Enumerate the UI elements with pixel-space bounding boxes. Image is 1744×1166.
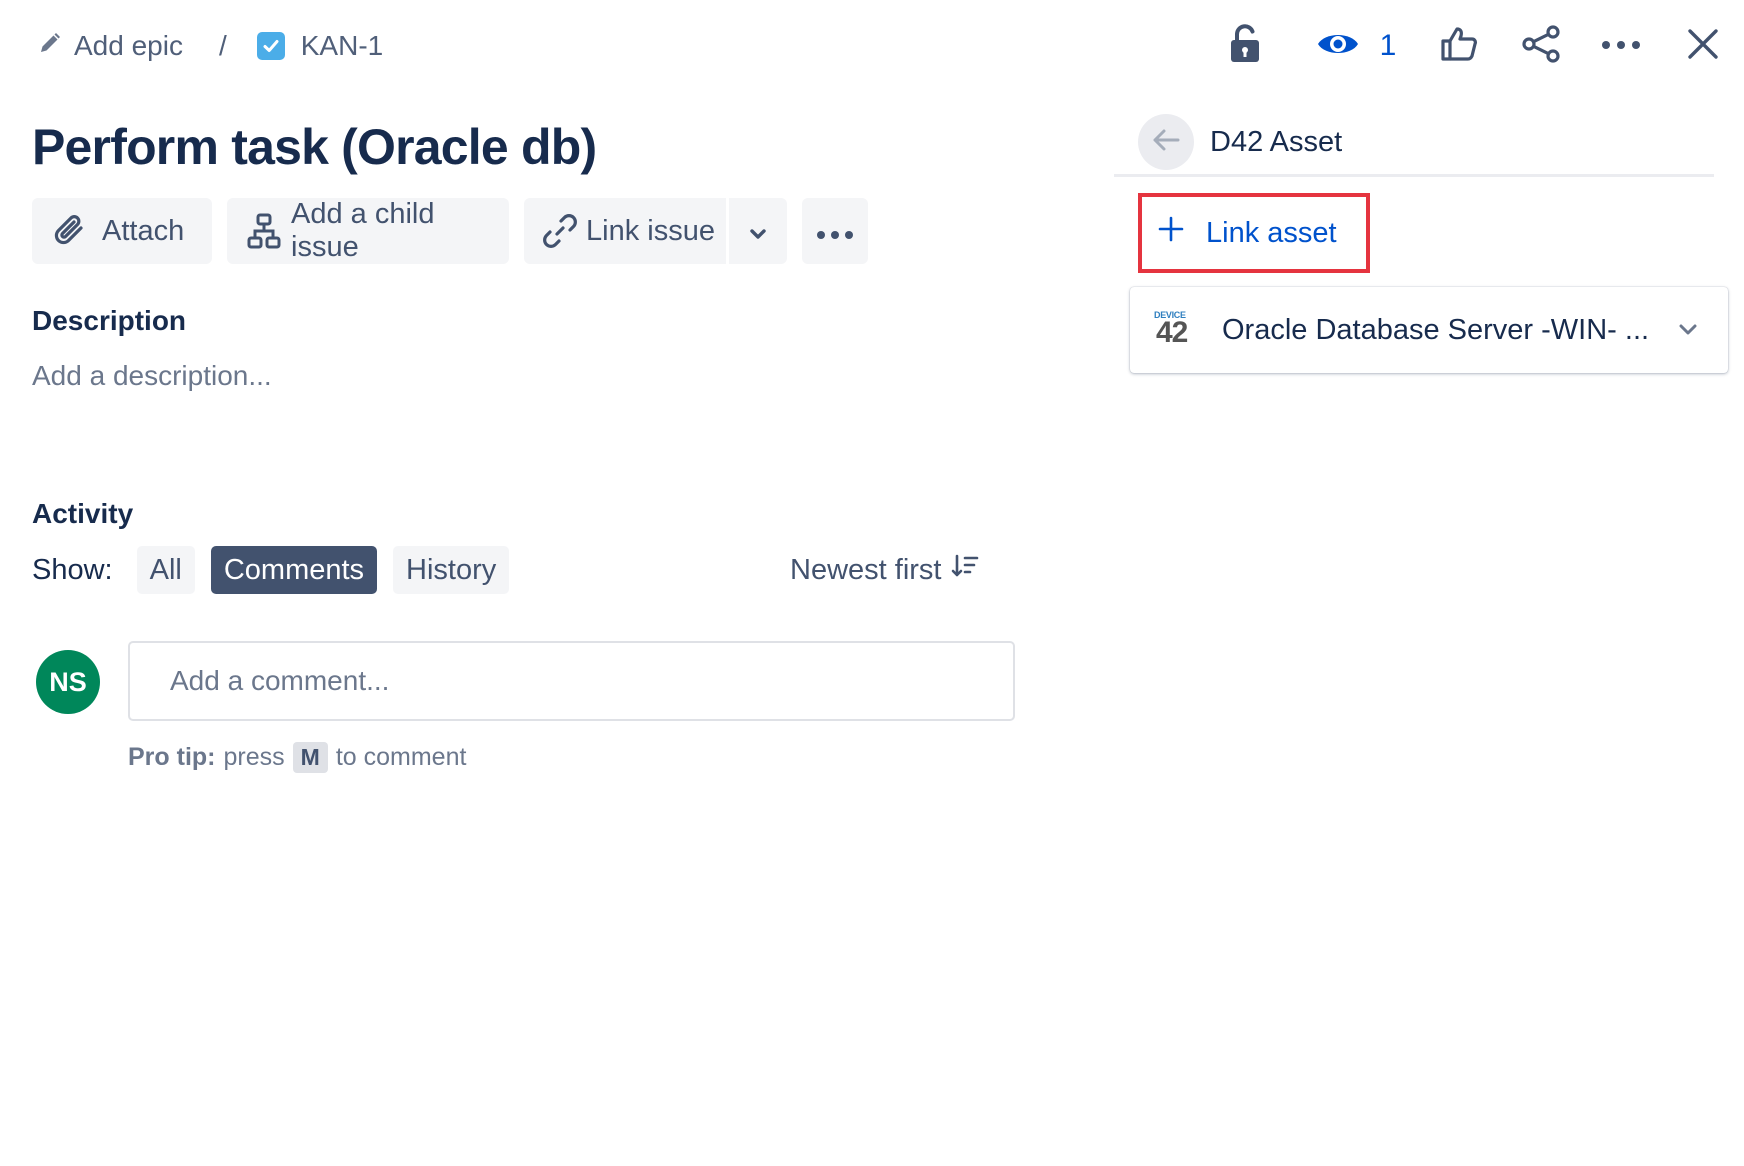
more-icon (816, 215, 854, 248)
filter-history[interactable]: History (393, 546, 510, 594)
chevron-down-icon (749, 215, 767, 248)
link-icon (542, 213, 578, 249)
pro-tip-suffix: to comment (335, 742, 467, 771)
add-child-issue-label: Add a child issue (291, 198, 435, 263)
more-icon (1601, 37, 1641, 55)
eye-icon (1316, 29, 1360, 64)
panel-header: D42 Asset (1138, 114, 1342, 170)
filter-comments[interactable]: Comments (210, 546, 378, 594)
activity-heading: Activity (32, 498, 134, 529)
hierarchy-icon (247, 213, 281, 249)
asset-name: Oracle Database Server -WIN- ... (1222, 313, 1650, 346)
more-actions-button[interactable] (1600, 18, 1642, 74)
issue-view: Add epic / KAN-1 1 Perform task (Oracle … (0, 0, 1744, 1166)
link-issue-dropdown[interactable] (729, 198, 787, 264)
linked-asset-item[interactable]: DEVICE 42 Oracle Database Server -WIN- .… (1130, 287, 1728, 373)
close-button[interactable] (1680, 18, 1726, 74)
pro-tip-label: Pro tip: (128, 742, 216, 771)
chevron-down-icon[interactable] (1678, 324, 1698, 336)
comment-input[interactable]: Add a comment... (128, 641, 1015, 721)
attach-button[interactable]: Attach (32, 198, 212, 264)
watch-count: 1 (1379, 29, 1397, 62)
issue-title[interactable]: Perform task (Oracle db) (32, 118, 597, 176)
panel-divider (1114, 174, 1714, 177)
vote-button[interactable] (1436, 18, 1482, 74)
device42-logo: DEVICE 42 (1154, 310, 1198, 350)
more-toolbar-button[interactable] (802, 198, 868, 264)
sort-label: Newest first (790, 553, 942, 586)
lock-icon (1229, 23, 1261, 69)
description-heading: Description (32, 305, 187, 336)
pro-tip: Pro tip: press M to comment (128, 740, 466, 774)
back-button[interactable] (1138, 114, 1194, 170)
panel-title: D42 Asset (1210, 125, 1343, 158)
sort-icon (951, 553, 979, 587)
link-asset-label: Link asset (1206, 216, 1337, 249)
device42-logo-number: 42 (1156, 316, 1188, 349)
watch-button[interactable]: 1 (1314, 18, 1398, 74)
keyboard-shortcut: M (292, 741, 328, 773)
activity-filter: Show: All Comments History (32, 546, 525, 594)
share-icon (1521, 24, 1561, 68)
description-field[interactable]: Add a description... (32, 360, 272, 392)
add-child-issue-button[interactable]: Add a child issue (227, 198, 509, 264)
attach-label: Attach (102, 214, 185, 247)
sort-toggle[interactable]: Newest first (790, 546, 979, 594)
issue-actions: 1 (0, 18, 1744, 74)
link-issue-button[interactable]: Link issue (524, 198, 726, 264)
link-asset-button[interactable]: Link asset (1138, 193, 1370, 273)
link-issue-label: Link issue (586, 214, 715, 247)
plus-icon (1158, 216, 1184, 250)
pro-tip-press: press (223, 742, 285, 771)
paperclip-icon (52, 213, 88, 249)
arrow-left-icon (1151, 128, 1181, 157)
restrictions-button[interactable] (1222, 18, 1268, 74)
show-label: Show: (32, 553, 113, 586)
close-icon (1687, 28, 1719, 65)
share-button[interactable] (1518, 18, 1564, 74)
thumbs-up-icon (1440, 26, 1478, 67)
avatar: NS (36, 650, 100, 714)
filter-all[interactable]: All (136, 546, 195, 594)
